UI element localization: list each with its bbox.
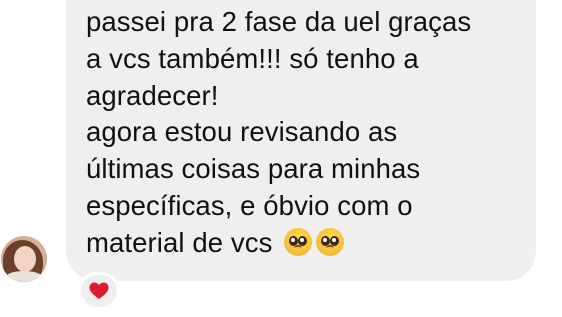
message-line: específicas, e óbvio com o: [86, 189, 413, 221]
message-line: agora estou revisando as: [86, 116, 398, 148]
reaction-badge[interactable]: [78, 272, 120, 310]
message-last-line: material de vcs: [86, 225, 536, 262]
message-text: passei pra 2 fase da uel graças a vcs ta…: [86, 4, 536, 262]
message-line: material de vcs: [86, 226, 273, 258]
message-line: agradecer!: [86, 79, 219, 111]
message-line: a vcs também!!! só tenho a: [86, 42, 419, 74]
pleading-face-emoji: [284, 227, 313, 256]
message-line: últimas coisas para minhas: [86, 153, 421, 185]
pleading-face-emoji: [316, 227, 345, 256]
red-heart-icon: [89, 282, 109, 299]
sender-avatar[interactable]: [1, 236, 47, 282]
message-line: passei pra 2 fase da uel graças: [86, 6, 472, 37]
